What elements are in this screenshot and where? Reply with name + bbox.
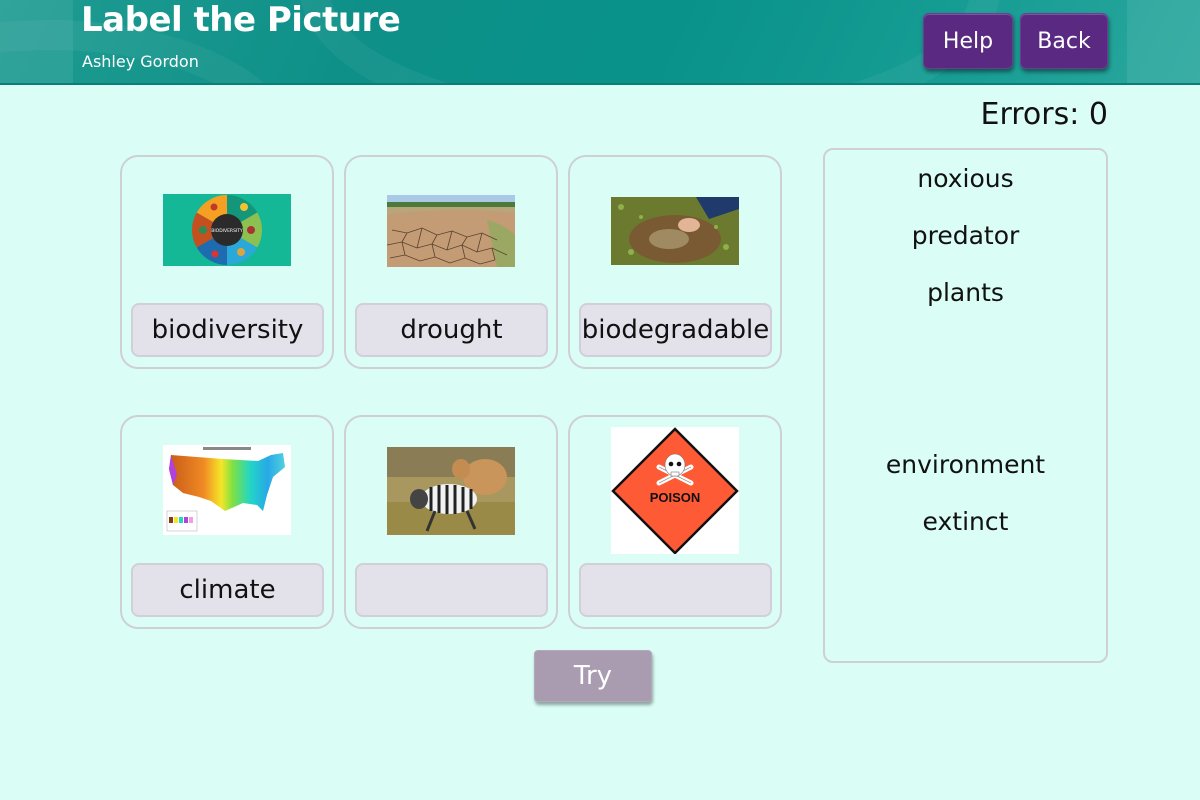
- svg-text:POISON: POISON: [650, 490, 701, 505]
- biodiversity-wheel-image: BIODIVERSITY: [163, 194, 291, 266]
- label-drop-slot[interactable]: [579, 563, 772, 617]
- label-drop-slot[interactable]: drought: [355, 303, 548, 357]
- picture-card-predator: [344, 415, 558, 629]
- picture-card-biodegradable: biodegradable: [568, 155, 782, 369]
- app-header: Label the Picture Ashley Gordon Help Bac…: [0, 0, 1200, 85]
- draggable-word-noxious[interactable]: noxious: [825, 164, 1106, 193]
- picture-card-noxious: POISON: [568, 415, 782, 629]
- header-edge-right: [1127, 0, 1200, 83]
- word-bank: noxious predator plants environment exti…: [823, 148, 1108, 663]
- draggable-word-extinct[interactable]: extinct: [825, 507, 1106, 536]
- poison-hazard-sign-image: POISON: [611, 427, 739, 554]
- svg-text:BIODIVERSITY: BIODIVERSITY: [211, 228, 243, 234]
- picture-card-climate: climate: [120, 415, 334, 629]
- picture-card-drought: drought: [344, 155, 558, 369]
- hand-burying-material-in-soil-image: [611, 197, 739, 265]
- us-precipitation-map-image: [163, 445, 291, 535]
- errors-counter: Errors: 0: [980, 97, 1109, 132]
- label-drop-slot[interactable]: biodegradable: [579, 303, 772, 357]
- draggable-word-environment[interactable]: environment: [825, 450, 1106, 479]
- picture-card-biodiversity: BIODIVERSITY biodiversity: [120, 155, 334, 369]
- label-drop-slot[interactable]: biodiversity: [131, 303, 324, 357]
- draggable-word-plants[interactable]: plants: [825, 278, 1106, 307]
- label-drop-slot[interactable]: climate: [131, 563, 324, 617]
- draggable-word-predator[interactable]: predator: [825, 221, 1106, 250]
- try-button[interactable]: Try: [534, 650, 652, 702]
- header-decoration: [300, 0, 1000, 83]
- cracked-dry-riverbed-image: [387, 195, 515, 267]
- back-button[interactable]: Back: [1020, 13, 1108, 69]
- page-title: Label the Picture: [81, 0, 401, 40]
- label-drop-slot[interactable]: [355, 563, 548, 617]
- help-button[interactable]: Help: [923, 13, 1013, 69]
- lion-attacking-zebra-image: [387, 447, 515, 535]
- author-name: Ashley Gordon: [82, 52, 199, 71]
